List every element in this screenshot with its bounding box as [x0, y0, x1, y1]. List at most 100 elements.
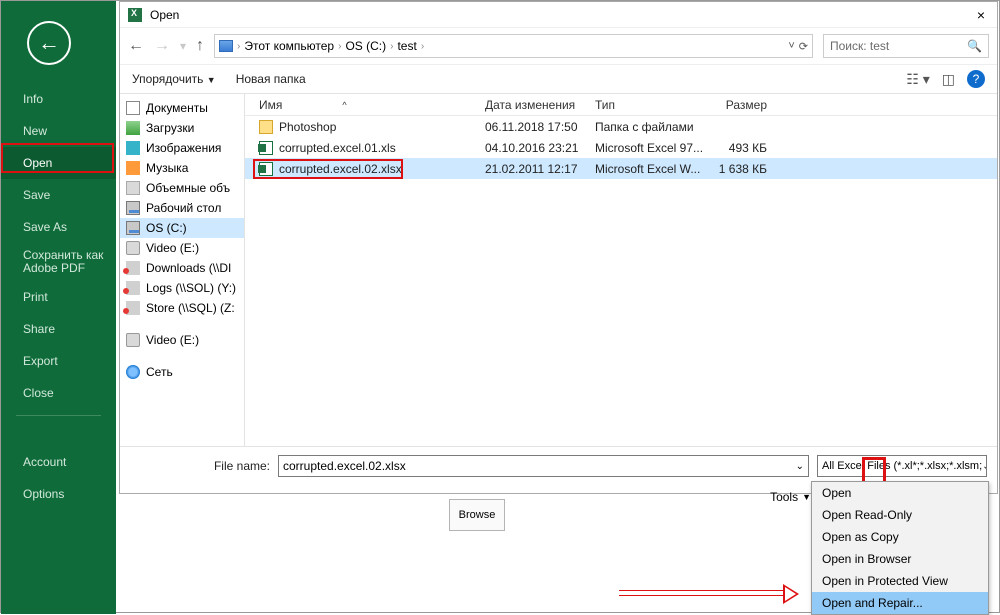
tree-item-label: Logs (\\SOL) (Y:) — [146, 281, 236, 295]
search-placeholder: Поиск: test — [830, 39, 889, 53]
backstage-item-options[interactable]: Options — [1, 478, 116, 510]
tree-item[interactable]: Музыка — [120, 158, 244, 178]
backstage-item-info[interactable]: Info — [1, 83, 116, 115]
img-icon — [126, 141, 140, 155]
dialog-close-button[interactable]: × — [969, 7, 993, 23]
back-arrow-icon: ← — [38, 32, 60, 54]
tree-item[interactable]: OS (C:) — [120, 218, 244, 238]
filename-value: corrupted.excel.02.xlsx — [283, 459, 406, 473]
backstage-item-new[interactable]: New — [1, 115, 116, 147]
tree-item[interactable]: Video (E:) — [120, 330, 244, 350]
tools-dropdown[interactable]: Tools▼ — [770, 490, 811, 504]
backstage-item-print[interactable]: Print — [1, 281, 116, 313]
backstage-item--adobe-pdf[interactable]: Сохранить как Adobe PDF — [1, 243, 116, 281]
netdrv-icon — [126, 261, 140, 275]
tree-item[interactable]: Изображения — [120, 138, 244, 158]
breadcrumb-history-dropdown-icon[interactable]: ˅ — [788, 40, 794, 52]
organize-dropdown[interactable]: Упорядочить ▼ — [132, 72, 216, 86]
backstage-item-open[interactable]: Open — [1, 147, 116, 179]
tree-item[interactable]: Downloads (\\DI — [120, 258, 244, 278]
backstage-item-close[interactable]: Close — [1, 377, 116, 409]
filename-input[interactable]: corrupted.excel.02.xlsx ⌄ — [278, 455, 809, 477]
col-size[interactable]: Размер — [705, 98, 775, 112]
file-row[interactable]: Photoshop06.11.2018 17:50Папка с файлами — [245, 116, 997, 137]
backstage-item-account[interactable]: Account — [1, 446, 116, 478]
annotation-arrow-icon — [619, 587, 799, 601]
dialog-title: Open — [150, 8, 179, 22]
back-circle-button[interactable]: ← — [27, 21, 71, 65]
excel-file-icon — [259, 162, 273, 176]
open-menu-item[interactable]: Open in Protected View — [812, 570, 988, 592]
col-type[interactable]: Тип — [595, 98, 705, 112]
netdrv-icon — [126, 301, 140, 315]
file-name: Photoshop — [279, 120, 336, 134]
filter-dropdown-icon: ⌄ — [982, 461, 987, 472]
vol-icon — [126, 181, 140, 195]
file-list: Имя^ Дата изменения Тип Размер Photoshop… — [245, 94, 997, 446]
music-icon — [126, 161, 140, 175]
col-date[interactable]: Дата изменения — [485, 98, 595, 112]
col-name[interactable]: Имя — [259, 98, 282, 112]
backstage-separator — [16, 415, 101, 416]
new-folder-button[interactable]: Новая папка — [236, 72, 306, 86]
tree-item[interactable]: Сеть — [120, 362, 244, 382]
breadcrumb-segment[interactable]: test — [397, 39, 416, 53]
tree-item-label: Документы — [146, 101, 208, 115]
nav-recent-dropdown-icon[interactable]: ▾ — [180, 39, 186, 53]
view-mode-dropdown-icon[interactable]: ☷ ▾ — [906, 71, 929, 88]
file-type: Папка с файлами — [595, 120, 705, 134]
chevron-right-icon: › — [421, 41, 424, 52]
file-type-filter[interactable]: All Excel Files (*.xl*;*.xlsx;*.xlsm; ⌄ — [817, 455, 987, 477]
folder-tree[interactable]: Документы Загрузки Изображения МузыкаОбъемн… — [120, 94, 245, 446]
file-type: Microsoft Excel 97... — [595, 141, 705, 155]
nav-forward-icon[interactable]: → — [154, 37, 170, 55]
breadcrumb-segment[interactable]: OS (C:) — [345, 39, 386, 53]
breadcrumb-address-bar[interactable]: › Этот компьютер › OS (C:) › test › ˅ ⟳ — [214, 34, 813, 58]
tree-item[interactable]: Video (E:) — [120, 238, 244, 258]
refresh-icon[interactable]: ⟳ — [799, 40, 808, 53]
tree-item-label: OS (C:) — [146, 221, 187, 235]
file-name: corrupted.excel.01.xls — [279, 141, 396, 155]
open-menu-item[interactable]: Open and Repair... — [812, 592, 988, 614]
backstage-item-share[interactable]: Share — [1, 313, 116, 345]
disk-icon — [126, 201, 140, 215]
file-date: 04.10.2016 23:21 — [485, 141, 595, 155]
open-options-menu: OpenOpen Read-OnlyOpen as CopyOpen in Br… — [811, 481, 989, 615]
nav-up-icon[interactable]: ↑ — [196, 37, 204, 55]
file-list-header[interactable]: Имя^ Дата изменения Тип Размер — [245, 94, 997, 116]
file-row[interactable]: corrupted.excel.02.xlsx21.02.2011 12:17M… — [245, 158, 997, 179]
tree-item-label: Изображения — [146, 141, 221, 155]
breadcrumb-segment[interactable]: Этот компьютер — [244, 39, 334, 53]
nav-back-icon[interactable]: ← — [128, 37, 144, 55]
file-name: corrupted.excel.02.xlsx — [279, 162, 402, 176]
backstage-sidebar: ← InfoNewOpenSaveSave AsСохранить как Ad… — [1, 1, 116, 614]
search-input[interactable]: Поиск: test 🔍 — [823, 34, 989, 58]
tree-item[interactable]: Store (\\SQL) (Z: — [120, 298, 244, 318]
tree-item[interactable]: Загрузки — [120, 118, 244, 138]
drive-icon — [126, 241, 140, 255]
tree-item[interactable]: Рабочий стол — [120, 198, 244, 218]
file-size: 1 638 КБ — [705, 162, 775, 176]
preview-pane-toggle-icon[interactable]: ◫ — [942, 71, 955, 88]
help-icon[interactable]: ? — [967, 70, 985, 88]
folder-icon — [259, 120, 273, 134]
open-menu-item[interactable]: Open as Copy — [812, 526, 988, 548]
tree-item-label: Video (E:) — [146, 333, 199, 347]
file-size: 493 КБ — [705, 141, 775, 155]
filename-dropdown-icon[interactable]: ⌄ — [796, 461, 804, 472]
computer-icon — [219, 40, 233, 52]
open-menu-item[interactable]: Open — [812, 482, 988, 504]
tree-item[interactable]: Logs (\\SOL) (Y:) — [120, 278, 244, 298]
open-menu-item[interactable]: Open in Browser — [812, 548, 988, 570]
backstage-item-export[interactable]: Export — [1, 345, 116, 377]
search-icon: 🔍 — [967, 39, 982, 53]
file-row[interactable]: corrupted.excel.01.xls 04.10.2016 23:21Mi… — [245, 137, 997, 158]
tree-item-label: Video (E:) — [146, 241, 199, 255]
tree-item[interactable]: Объемные объ — [120, 178, 244, 198]
open-menu-item[interactable]: Open Read-Only — [812, 504, 988, 526]
chevron-right-icon: › — [390, 41, 393, 52]
backstage-item-save[interactable]: Save — [1, 179, 116, 211]
backstage-item-save-as[interactable]: Save As — [1, 211, 116, 243]
tree-item[interactable]: Документы — [120, 98, 244, 118]
dialog-nav-bar: ← → ▾ ↑ › Этот компьютер › OS (C:) › tes… — [120, 28, 997, 64]
